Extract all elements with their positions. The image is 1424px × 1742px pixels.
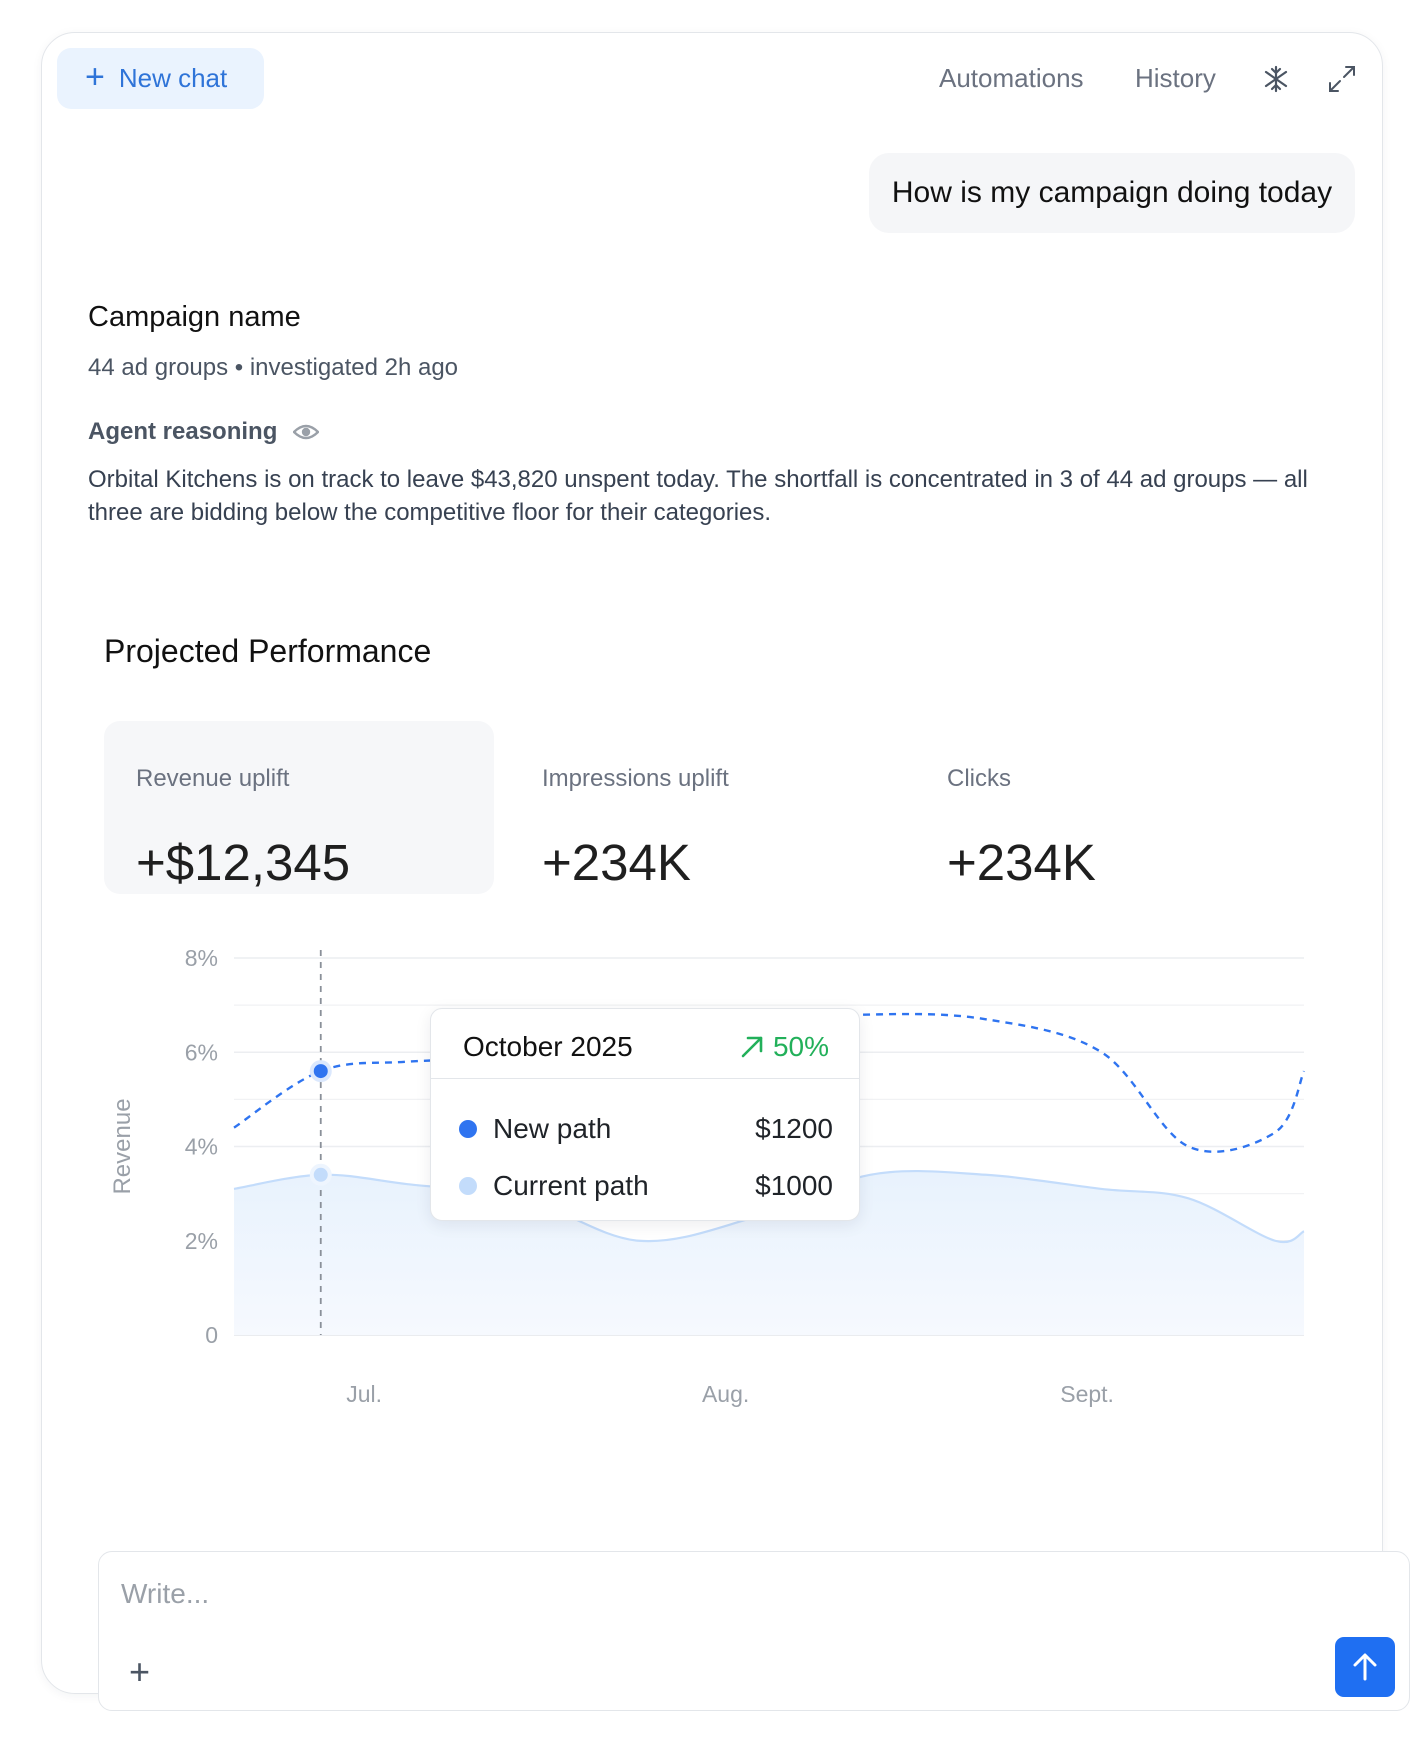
metric-revenue-uplift[interactable]: Revenue uplift +$12,345: [104, 721, 494, 894]
agent-reasoning-text: Orbital Kitchens is on track to leave $4…: [88, 466, 1308, 526]
x-tick-label: Jul.: [346, 1381, 382, 1407]
message-composer: +: [98, 1551, 1410, 1711]
x-tick-label: Sept.: [1060, 1381, 1114, 1407]
y-tick-label: 8%: [185, 945, 218, 971]
agent-reasoning-toggle[interactable]: Agent reasoning: [88, 418, 320, 446]
new-path-marker: [309, 1060, 332, 1083]
x-tick-label: Aug.: [702, 1381, 749, 1407]
tooltip-header: October 2025 50%: [431, 1009, 859, 1079]
metric-value: +$12,345: [136, 834, 351, 891]
metric-label: Revenue uplift: [136, 765, 290, 792]
sparkle-icon[interactable]: [1258, 61, 1294, 97]
send-button[interactable]: [1335, 1637, 1395, 1697]
eye-icon: [293, 424, 320, 440]
current-path-dot: [459, 1177, 477, 1195]
tooltip-row-name: Current path: [493, 1170, 649, 1201]
chat-panel: + New chat Automations History How is my…: [41, 32, 1410, 1711]
y-tick-label: 4%: [185, 1134, 218, 1160]
metric-label: Impressions uplift: [542, 765, 729, 792]
y-tick-label: 6%: [185, 1039, 218, 1065]
tooltip-row-new-path: New path $1200: [459, 1109, 833, 1149]
message-input[interactable]: [121, 1574, 1321, 1614]
metric-label: Clicks: [947, 765, 1011, 792]
plus-icon: +: [85, 58, 105, 96]
chart-tooltip: October 2025 50% New path $1200 Current …: [430, 1008, 860, 1221]
agent-reasoning-title: Agent reasoning: [88, 418, 278, 445]
metric-value: +234K: [542, 834, 691, 891]
tooltip-date: October 2025: [463, 1031, 633, 1062]
user-message-bubble: How is my campaign doing today: [869, 153, 1355, 233]
projected-performance-title: Projected Performance: [104, 633, 432, 669]
tooltip-change: 50%: [739, 1031, 829, 1063]
y-tick-label: 0: [205, 1322, 218, 1348]
history-link[interactable]: History: [1135, 63, 1216, 94]
tooltip-row-name: New path: [493, 1113, 612, 1144]
tooltip-change-value: 50%: [772, 1031, 829, 1062]
y-axis-label: Revenue: [109, 1098, 136, 1194]
attach-plus-icon[interactable]: +: [129, 1654, 150, 1690]
trend-up-icon: [741, 1036, 763, 1058]
expand-icon[interactable]: [1324, 61, 1360, 97]
campaign-subtitle: 44 ad groups • investigated 2h ago: [88, 354, 459, 381]
metric-value: +234K: [947, 834, 1096, 891]
tooltip-row-value: $1200: [755, 1113, 833, 1144]
campaign-title: Campaign name: [88, 301, 301, 333]
metric-impressions-uplift[interactable]: Impressions uplift +234K: [510, 721, 900, 894]
metric-clicks[interactable]: Clicks +234K: [915, 721, 1305, 894]
new-chat-button[interactable]: + New chat: [57, 48, 264, 109]
tooltip-row-value: $1000: [755, 1170, 833, 1201]
automations-link[interactable]: Automations: [939, 63, 1084, 94]
new-path-dot: [459, 1120, 477, 1138]
arrow-up-icon: [1353, 1653, 1377, 1681]
tooltip-row-current-path: Current path $1000: [459, 1166, 833, 1206]
current-path-marker: [309, 1163, 332, 1186]
y-tick-label: 2%: [185, 1228, 218, 1254]
new-chat-label: New chat: [118, 63, 228, 93]
